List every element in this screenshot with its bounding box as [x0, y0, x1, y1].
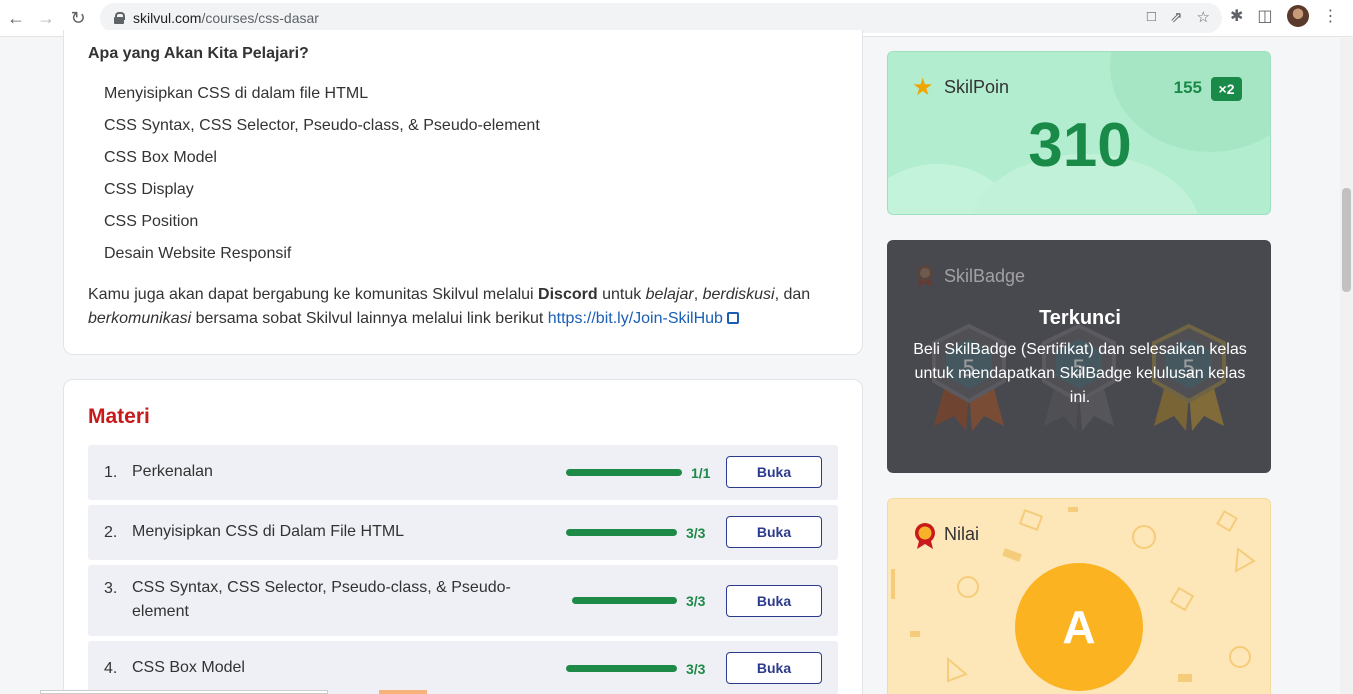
bottom-partial-accent [379, 690, 427, 694]
progress-bar [566, 665, 677, 672]
open-lesson-button[interactable]: Buka [726, 652, 822, 684]
menu-kebab-icon[interactable]: ⋮ [1323, 6, 1339, 26]
skilpoin-title: SkilPoin [944, 77, 1010, 97]
community-text: Kamu juga akan dapat bergabung ke komuni… [88, 286, 811, 327]
lesson-number: 4. [104, 660, 118, 677]
address-bar[interactable]: skilvul.com/courses/css-dasar □ ⇗ ☆ [100, 3, 1222, 33]
url-host: skilvul.com [133, 10, 202, 26]
lesson-row: 4. CSS Box Model 3/3 Buka [88, 641, 838, 694]
side-panel-icon[interactable]: ◫ [1257, 6, 1272, 26]
grade-badge: A [1015, 563, 1143, 691]
progress-bar [566, 529, 677, 536]
back-arrow-icon[interactable]: ← [0, 2, 32, 34]
page-scrollbar[interactable] [1340, 38, 1353, 694]
progress-count: 1/1 [691, 465, 711, 481]
lesson-name: Perkenalan [132, 463, 213, 480]
about-title: Apa yang Akan Kita Pelajari? [88, 45, 309, 62]
award-ribbon-icon [915, 523, 935, 549]
list-item: Menyisipkan CSS di dalam file HTML [104, 85, 369, 102]
course-about-card: Apa yang Akan Kita Pelajari? Menyisipkan… [63, 30, 863, 355]
bookmark-star-icon[interactable]: ☆ [1197, 8, 1210, 26]
skilpoin-multiplier-badge: ×2 [1211, 77, 1242, 101]
forward-arrow-icon[interactable]: → [30, 2, 62, 34]
translate-icon[interactable]: □ [1147, 8, 1156, 26]
list-item: Desain Website Responsif [104, 245, 292, 262]
star-icon: ★ [912, 74, 934, 101]
list-item: CSS Display [104, 181, 194, 198]
lesson-name: Menyisipkan CSS di Dalam File HTML [132, 523, 405, 540]
open-lesson-button[interactable]: Buka [726, 585, 822, 617]
list-item: CSS Syntax, CSS Selector, Pseudo-class, … [104, 117, 540, 134]
url-path: /courses/css-dasar [201, 10, 319, 26]
progress-bar [572, 597, 677, 604]
scrollbar-thumb[interactable] [1342, 188, 1351, 292]
extensions-icon[interactable]: ✱ [1230, 6, 1243, 26]
skilpoin-total: 310 [1028, 111, 1132, 180]
progress-count: 3/3 [686, 661, 706, 677]
lesson-number: 3. [104, 580, 118, 597]
lesson-number: 2. [104, 524, 118, 541]
lesson-row: 1. Perkenalan 1/1 Buka [88, 445, 838, 500]
materi-title: Materi [88, 405, 150, 428]
materi-card: Materi 1. Perkenalan 1/1 Buka 2. Menyisi… [63, 379, 863, 694]
badge-locked-title: Terkunci [1039, 307, 1121, 329]
share-icon[interactable]: ⇗ [1170, 8, 1183, 26]
lock-icon [114, 12, 125, 24]
progress-count: 3/3 [686, 593, 706, 609]
external-link-icon[interactable] [726, 312, 739, 324]
skilbadge-card: SkilBadge 5 5 5 Terkunci Beli SkilBadge … [887, 240, 1271, 473]
lesson-name: CSS Box Model [132, 659, 245, 676]
list-item: CSS Position [104, 213, 199, 230]
nilai-title: Nilai [944, 524, 980, 544]
open-lesson-button[interactable]: Buka [726, 456, 822, 488]
lesson-row: 3. CSS Syntax, CSS Selector, Pseudo-clas… [88, 565, 838, 636]
lesson-row: 2. Menyisipkan CSS di Dalam File HTML 3/… [88, 505, 838, 560]
progress-bar [566, 469, 682, 476]
bottom-partial-element [40, 690, 328, 694]
progress-count: 3/3 [686, 525, 706, 541]
lesson-number: 1. [104, 464, 118, 481]
topic-list: Menyisipkan CSS di dalam file HTML CSS S… [104, 84, 540, 276]
skilpoin-base: 155 [1173, 78, 1202, 97]
lesson-name: CSS Syntax, CSS Selector, Pseudo-class, … [132, 579, 511, 620]
badge-locked-text: Beli SkilBadge (Sertifikat) dan selesaik… [913, 341, 1247, 406]
profile-avatar[interactable] [1286, 5, 1309, 27]
nilai-card: Nilai A [887, 498, 1271, 694]
list-item: CSS Box Model [104, 149, 217, 166]
community-link[interactable]: https://bit.ly/Join-SkilHub [548, 310, 723, 327]
skilpoin-card: ★ SkilPoin 155 ×2 310 [887, 51, 1271, 215]
open-lesson-button[interactable]: Buka [726, 516, 822, 548]
